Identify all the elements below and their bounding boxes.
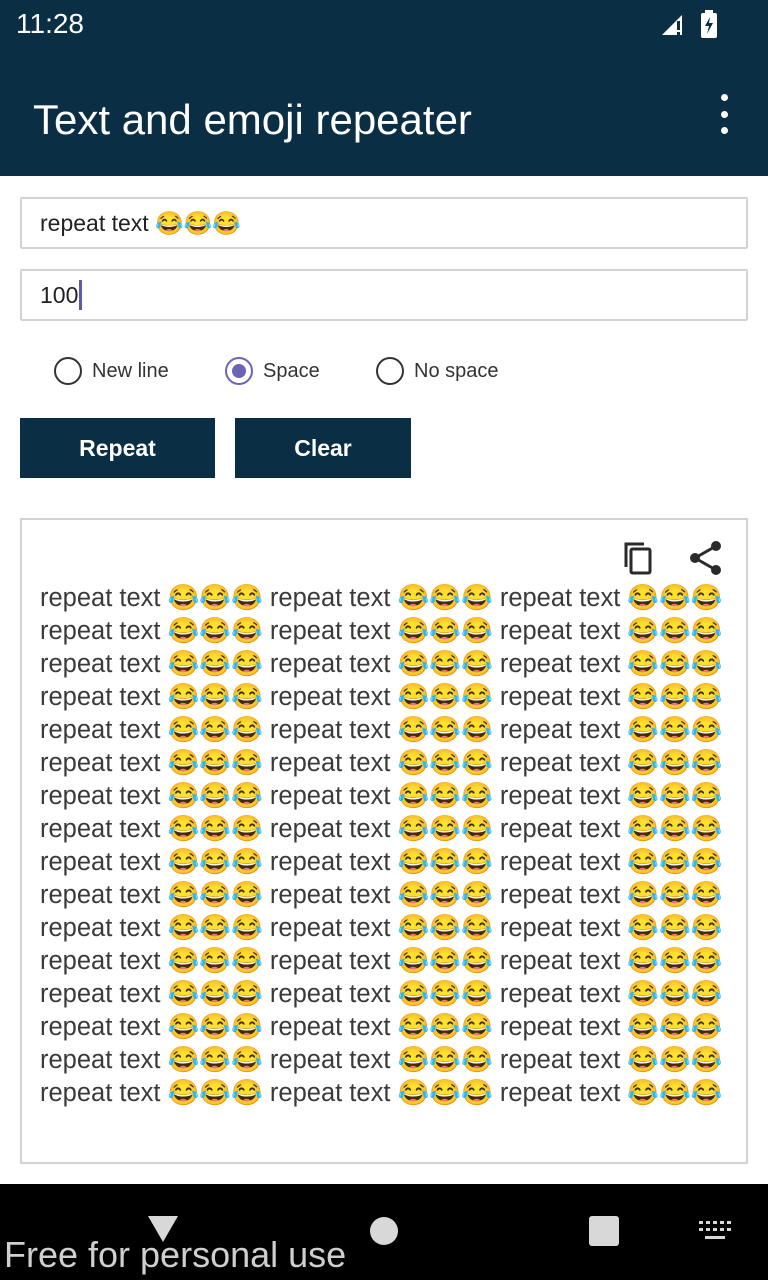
radio-space-circle	[225, 357, 253, 385]
separator-radio-group: New line Space No space	[54, 356, 734, 386]
status-bar: 11:28	[0, 0, 768, 52]
watermark-text: Free for personal use	[4, 1234, 347, 1275]
home-icon[interactable]	[369, 1216, 399, 1246]
keyboard-icon[interactable]	[697, 1219, 733, 1243]
repeat-text-input[interactable]: repeat text 😂😂😂	[20, 197, 748, 249]
status-time: 11:28	[16, 8, 84, 39]
copy-icon[interactable]	[618, 538, 658, 578]
repeated-output-text: repeat text 😂😂😂 repeat text 😂😂😂 repeat t…	[40, 584, 723, 1107]
radio-no-space[interactable]: No space	[376, 356, 499, 386]
radio-space[interactable]: Space	[225, 356, 320, 386]
app-title: Text and emoji repeater	[33, 96, 472, 143]
battery-charging-icon	[701, 10, 717, 38]
recents-icon[interactable]	[589, 1216, 619, 1246]
status-icons	[660, 10, 718, 38]
share-icon[interactable]	[686, 538, 726, 578]
repeat-text-value: repeat text 😂😂😂	[40, 209, 241, 236]
radio-new-line-circle	[54, 357, 82, 385]
radio-no-space-label: No space	[414, 359, 499, 382]
repeat-count-value: 100	[40, 281, 79, 308]
radio-space-label: Space	[263, 359, 320, 382]
more-vert-icon[interactable]	[710, 94, 738, 134]
radio-new-line-label: New line	[92, 359, 169, 382]
output-actions	[618, 538, 726, 578]
signal-icon	[662, 15, 682, 35]
radio-no-space-circle	[376, 357, 404, 385]
text-cursor	[79, 280, 83, 310]
repeat-count-input[interactable]: 100	[20, 269, 748, 321]
output-box: repeat text 😂😂😂 repeat text 😂😂😂 repeat t…	[20, 518, 748, 1164]
clear-button[interactable]: Clear	[235, 418, 411, 478]
radio-new-line[interactable]: New line	[54, 356, 169, 386]
repeat-button[interactable]: Repeat	[20, 418, 215, 478]
app-bar: Text and emoji repeater	[0, 52, 768, 176]
